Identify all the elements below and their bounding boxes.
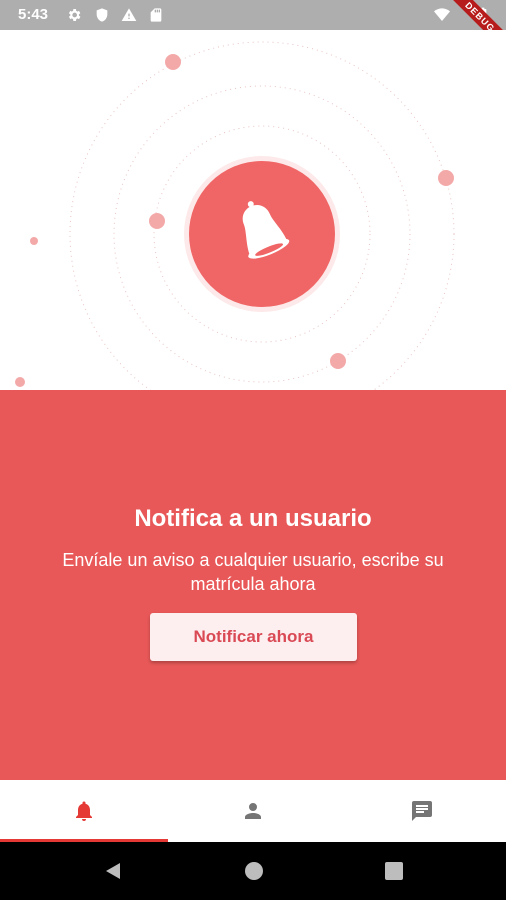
home-icon[interactable]: [244, 861, 264, 881]
bell-icon: [76, 801, 92, 821]
panel-title: Notifica a un usuario: [134, 505, 372, 532]
status-time: 5:43: [18, 6, 49, 23]
settings-icon: [68, 9, 81, 21]
decor-dot: [149, 213, 165, 229]
wifi-icon: [434, 8, 450, 21]
person-icon: [245, 803, 261, 819]
chat-icon: [412, 801, 432, 821]
warning-icon: [121, 8, 137, 21]
back-icon[interactable]: [103, 861, 123, 881]
hero-illustration: [0, 30, 506, 390]
hero-graphic: [15, 41, 455, 390]
decor-dot: [30, 237, 38, 245]
bottom-nav: [0, 780, 506, 842]
decor-dot: [330, 353, 346, 369]
recents-icon[interactable]: [384, 861, 404, 881]
status-bar: 5:43 DEBUG: [0, 0, 506, 56]
notify-now-button[interactable]: Notificar ahora: [150, 613, 357, 661]
nav-tab-messages[interactable]: [338, 780, 506, 842]
decor-dot: [438, 170, 454, 186]
decor-dot: [15, 377, 25, 387]
panel-description: Envíale un aviso a cualquier usuario, es…: [62, 550, 444, 594]
nav-tab-notifications[interactable]: [0, 780, 168, 842]
notify-panel: Notifica a un usuario Envíale un aviso a…: [0, 390, 506, 780]
decor-dot: [165, 54, 181, 70]
sd-card-icon: [150, 8, 162, 22]
shield-icon: [96, 8, 108, 22]
system-nav-bar: [0, 842, 506, 900]
nav-tab-profile[interactable]: [168, 780, 338, 842]
